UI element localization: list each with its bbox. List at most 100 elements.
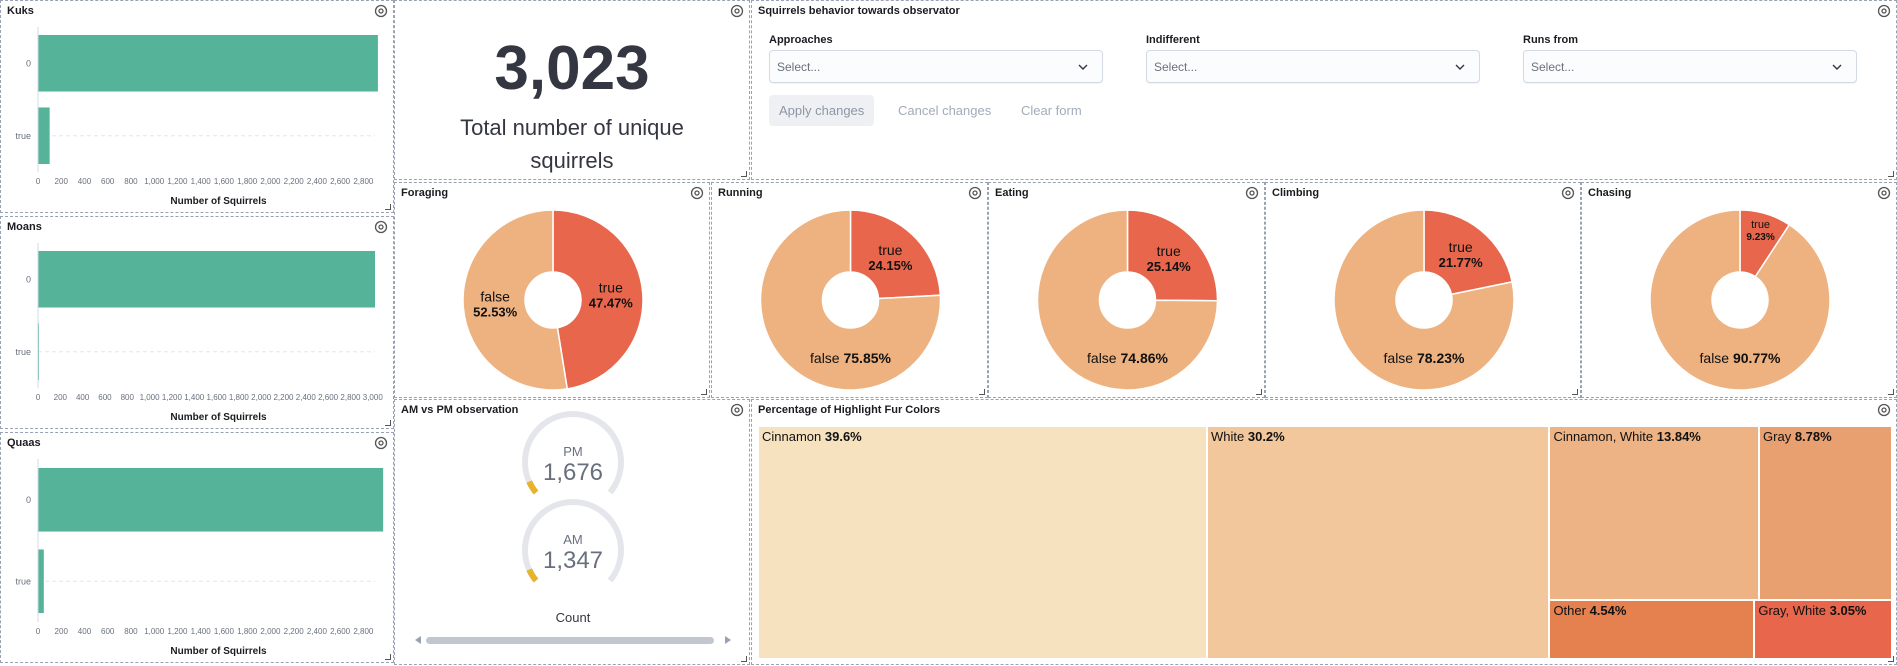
x-tick-label: 2,600: [330, 177, 351, 186]
indifferent-select[interactable]: Select...: [1146, 50, 1480, 83]
resize-handle-icon[interactable]: [1888, 171, 1894, 177]
scroll-left-arrow[interactable]: [415, 636, 421, 644]
pie-slice-false: [462, 209, 569, 391]
x-axis-label: Number of Squirrels: [170, 412, 267, 423]
x-tick-label: 1,000: [144, 177, 165, 186]
resize-handle-icon[interactable]: [741, 171, 747, 177]
slice-label-true: true: [599, 279, 623, 295]
x-tick-label: 1,000: [140, 393, 161, 402]
runs-from-label: Runs from: [1523, 34, 1578, 46]
treemap-cell-label: Gray: [1763, 429, 1795, 444]
y-tick-label: true: [15, 131, 31, 141]
x-tick-label: 2,400: [307, 177, 328, 186]
horizontal-scrollbar[interactable]: [426, 637, 714, 644]
x-tick-label: 200: [54, 393, 68, 402]
resize-handle-icon[interactable]: [741, 656, 747, 662]
gauge-value: 1,676: [543, 459, 603, 486]
x-tick-label: 1,400: [191, 177, 212, 186]
x-tick-label: 0: [36, 177, 41, 186]
treemap-cell-value: 4.54%: [1589, 603, 1627, 619]
chevron-down-icon: [1078, 64, 1088, 70]
treemap-cell[interactable]: Gray 8.78%: [1759, 426, 1892, 601]
treemap-cell[interactable]: Other 4.54%: [1549, 600, 1755, 659]
x-tick-label: 0: [36, 627, 41, 636]
donut-chart-eating: true25.14% false 74.86%: [1036, 209, 1219, 391]
gauge-fill: [526, 480, 539, 495]
x-tick-label: 2,400: [296, 393, 317, 402]
panel-title: Percentage of Highlight Fur Colors: [758, 404, 941, 416]
x-tick-label: 200: [55, 177, 69, 186]
bar-chart-quaas: 0 true 0 200 400 600 800 1,000 1,200 1,400 1,600 1,…: [15, 459, 384, 657]
y-tick-label: true: [15, 347, 31, 357]
resize-handle-icon[interactable]: [1256, 389, 1262, 395]
x-tick-label: 1,200: [167, 177, 188, 186]
resize-handle-icon[interactable]: [385, 204, 391, 210]
apply-changes-button[interactable]: Apply changes: [769, 95, 875, 126]
resize-handle-icon[interactable]: [979, 389, 985, 395]
treemap-cell-label: Gray, White: [1758, 603, 1830, 619]
approaches-select[interactable]: Select...: [769, 50, 1103, 83]
treemap-cell[interactable]: White 30.2%: [1207, 426, 1550, 659]
panel-quaas: Quaas 0 true 0 200 400 600 800 1,000 1,200 1,400 1…: [0, 432, 394, 663]
resize-handle-icon[interactable]: [385, 654, 391, 660]
x-tick-label: 2,000: [260, 177, 281, 186]
x-tick-label: 400: [76, 393, 90, 402]
resize-handle-icon[interactable]: [385, 420, 391, 426]
panel-fur-colors: Percentage of Highlight Fur Colors Cinna…: [751, 399, 1897, 665]
x-tick-label: 2,000: [260, 627, 281, 636]
x-tick-label: 2,800: [353, 627, 374, 636]
treemap-cell[interactable]: Cinnamon 39.6%: [758, 426, 1208, 659]
x-tick-label: 1,800: [229, 393, 250, 402]
x-tick-label: 2,600: [318, 393, 339, 402]
x-tick-label: 1,800: [237, 177, 258, 186]
treemap-cell-label: Other: [1553, 603, 1590, 619]
bar: [38, 467, 384, 532]
donut-chart-climbing: true21.77% false 78.23%: [1333, 209, 1515, 391]
x-tick-label: 800: [124, 627, 138, 636]
x-tick-label: 2,200: [273, 393, 294, 402]
bar-chart-moans: 0 true 0 200 400 600 800 1,000 1,200 1,400 1,600 1,…: [15, 243, 383, 423]
runs-from-select[interactable]: Select...: [1523, 50, 1857, 83]
bar: [38, 250, 375, 308]
indifferent-label: Indifferent: [1146, 34, 1200, 46]
panel-am-pm: AM vs PM observation Count PM 1,676 AM 1,34…: [394, 399, 750, 665]
clear-form-button[interactable]: Clear form: [1011, 95, 1092, 126]
panel-metric: 3,023 Total number of unique squirrels: [394, 0, 750, 180]
metric-label: Total number of unique squirrels: [460, 115, 684, 173]
gear-icon[interactable]: [1876, 3, 1892, 19]
treemap-cell-value: 3.05%: [1829, 603, 1867, 619]
treemap-cell[interactable]: Gray, White 3.05%: [1754, 600, 1892, 659]
treemap-cell-label: Cinnamon: [762, 429, 825, 444]
treemap-cell-label: Cinnamon, White: [1553, 429, 1657, 444]
treemap-cell[interactable]: Cinnamon, White 13.84%: [1549, 426, 1760, 601]
panel-foraging: Foraging true 47.47% false 52.53%: [394, 182, 710, 398]
scroll-right-arrow[interactable]: [725, 636, 731, 644]
gear-icon[interactable]: [1876, 402, 1892, 418]
x-tick-label: 2,800: [340, 393, 361, 402]
resize-handle-icon[interactable]: [1888, 389, 1894, 395]
metric-value: 3,023: [494, 34, 650, 103]
resize-handle-icon[interactable]: [1572, 389, 1578, 395]
x-tick-label: 1,200: [162, 393, 183, 402]
bar: [38, 549, 44, 614]
donut-chart-running: true24.15% false 75.85%: [759, 209, 942, 391]
cancel-changes-button[interactable]: Cancel changes: [888, 95, 1001, 126]
chevron-down-icon: [1832, 64, 1842, 70]
x-tick-label: 2,800: [353, 177, 374, 186]
y-tick-label: 0: [26, 58, 31, 68]
x-tick-label: 1,400: [191, 627, 212, 636]
gear-icon[interactable]: [729, 3, 745, 19]
slice-value-true: 9.23%: [1746, 232, 1774, 243]
x-tick-label: 400: [78, 177, 92, 186]
x-tick-label: 2,200: [284, 627, 305, 636]
y-tick-label: true: [15, 576, 31, 586]
gauge-value: 1,347: [543, 547, 603, 574]
x-tick-label: 800: [124, 177, 138, 186]
slice-label-false: false 74.86%: [1087, 350, 1169, 366]
bar: [38, 107, 50, 165]
resize-handle-icon[interactable]: [1888, 656, 1894, 662]
select-placeholder: Select...: [1531, 60, 1575, 74]
treemap-cell-label: White: [1211, 429, 1248, 444]
x-tick-label: 1,400: [184, 393, 205, 402]
resize-handle-icon[interactable]: [701, 389, 707, 395]
